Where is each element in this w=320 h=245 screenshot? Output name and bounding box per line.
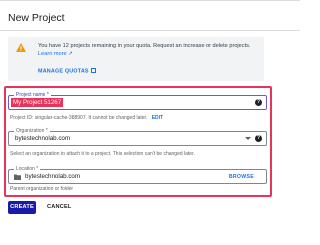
project-id-value: singular-cache-388907. (34, 115, 87, 121)
quota-message: You have 12 projects remaining in your q… (38, 42, 260, 58)
dropdown-arrow-icon (245, 137, 251, 140)
quota-message-text: You have 12 projects remaining in your q… (38, 43, 251, 49)
project-name-field[interactable]: Project name * My Project 51267 ? (8, 91, 267, 110)
top-border (0, 0, 300, 1)
organization-value: bytestechnolab.com (15, 135, 71, 142)
location-helper: Parent organization or folder (10, 186, 74, 192)
project-id-helper: Project ID: singular-cache-388907. It ca… (10, 115, 163, 121)
help-icon[interactable]: ? (255, 99, 262, 106)
title-divider (0, 30, 300, 31)
learn-more-link[interactable]: Learn more (38, 51, 67, 57)
manage-quotas-link[interactable]: MANAGE QUOTAS (38, 68, 96, 75)
create-button[interactable]: CREATE (8, 201, 36, 214)
browse-button[interactable]: BROWSE (229, 174, 254, 180)
help-icon[interactable]: ? (255, 135, 262, 142)
external-link-icon (90, 68, 96, 73)
cancel-button[interactable]: CANCEL (47, 201, 72, 214)
location-field[interactable]: Location * bytestechnolab.com BROWSE (8, 165, 267, 184)
warning-icon (16, 43, 26, 52)
project-id-prefix: Project ID: (10, 115, 34, 121)
external-link-icon: ↗ (68, 51, 73, 57)
page-title: New Project (8, 12, 65, 24)
project-name-input[interactable]: My Project 51267 (11, 98, 64, 107)
edit-project-id-button[interactable]: EDIT (152, 115, 163, 121)
folder-icon (14, 174, 21, 180)
organization-helper: Select an organization to attach it to a… (10, 151, 195, 157)
organization-select[interactable]: Organization * bytestechnolab.com ? (8, 127, 267, 146)
manage-quotas-label: MANAGE QUOTAS (38, 68, 89, 75)
location-value: bytestechnolab.com (25, 173, 81, 180)
location-label: Location * (14, 165, 41, 173)
organization-label: Organization * (14, 127, 50, 135)
quota-warning-card: You have 12 projects remaining in your q… (8, 37, 264, 81)
project-id-suffix: It cannot be changed later. (88, 115, 148, 121)
